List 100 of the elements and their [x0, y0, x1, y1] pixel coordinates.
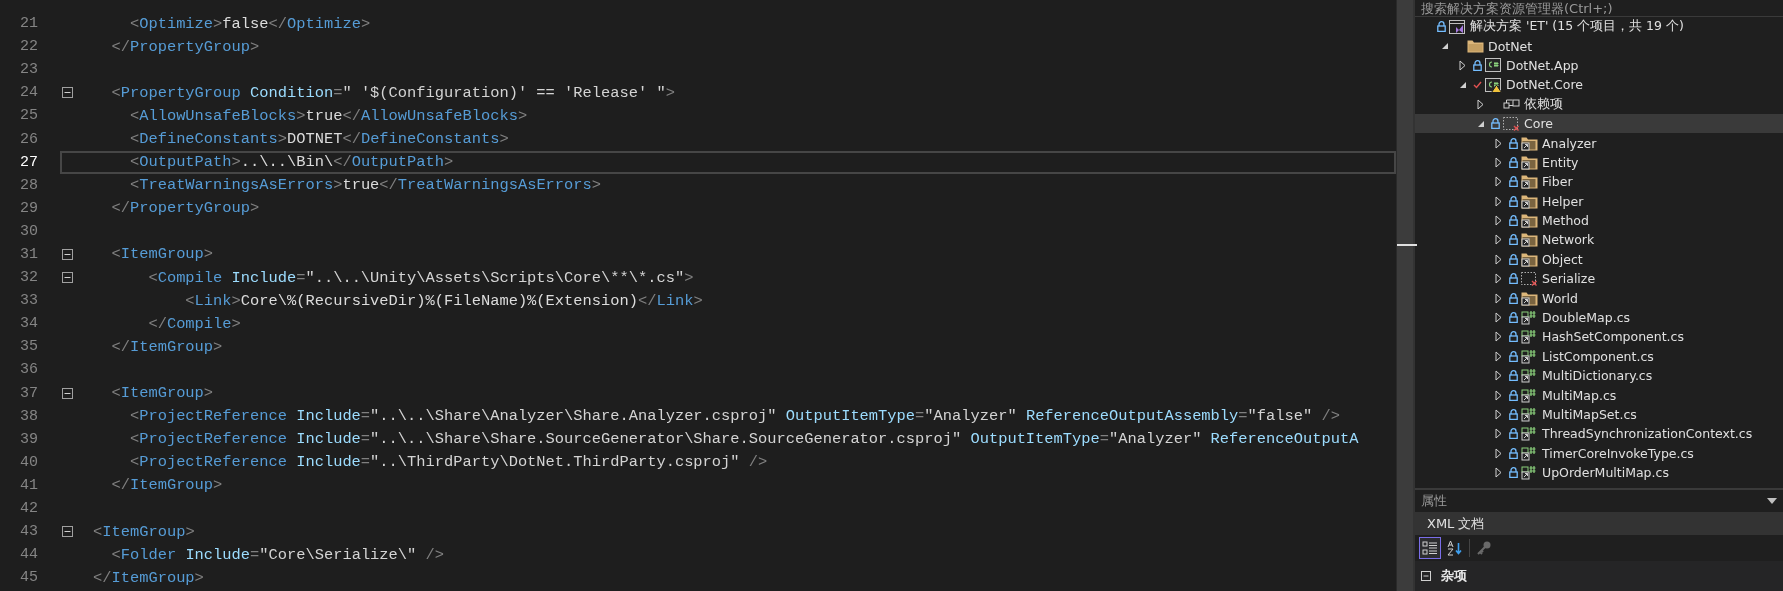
tree-item[interactable]: ListComponent.cs: [1415, 346, 1783, 367]
code-line: </ItemGroup>: [110, 476, 223, 495]
tree-item[interactable]: 依赖项: [1415, 94, 1783, 114]
line-number: 30: [19, 222, 38, 240]
panel-title: 属性: [1421, 492, 1447, 510]
project-icon: [1485, 57, 1502, 74]
tree-item[interactable]: World: [1415, 288, 1783, 308]
tree-item[interactable]: 解决方案 'ET' (15 个项目，共 19 个): [1415, 17, 1783, 37]
shortcut-folder-icon: [1521, 213, 1538, 229]
collapsed-arrow-icon[interactable]: [1459, 59, 1466, 71]
category-label: 杂项: [1441, 567, 1467, 585]
line-number: 36: [19, 361, 38, 379]
search-field[interactable]: 搜索解决方案资源管理器(Ctrl+;): [1415, 0, 1783, 17]
collapsed-arrow-icon[interactable]: [1495, 350, 1502, 362]
tree-item[interactable]: Helper: [1415, 191, 1783, 211]
collapsed-arrow-icon[interactable]: [1495, 292, 1502, 304]
collapse-icon[interactable]: [62, 272, 73, 284]
tree-item[interactable]: Serialize: [1415, 269, 1783, 289]
collapsed-arrow-icon[interactable]: [1495, 253, 1502, 265]
collapsed-arrow-icon[interactable]: [1477, 98, 1484, 110]
categorized-button[interactable]: [1419, 537, 1441, 559]
tree-item[interactable]: DoubleMap.cs: [1415, 307, 1783, 328]
code-line: <DefineConstants>DOTNET</DefineConstants>: [128, 130, 509, 148]
tree-item[interactable]: ThreadSynchronizationContext.cs: [1415, 424, 1783, 444]
collapsed-arrow-icon[interactable]: [1495, 273, 1502, 285]
line-number: 22: [19, 38, 38, 56]
object-selector[interactable]: XML 文档: [1415, 512, 1783, 535]
tree-item[interactable]: Fiber: [1415, 172, 1783, 192]
code-line: <TreatWarningsAsErrors>true</TreatWarningsAsErrors>: [128, 176, 602, 195]
code-line: <Folder Include="Core\Serialize\" />: [110, 545, 444, 564]
collapse-icon[interactable]: [1421, 571, 1431, 581]
code-line: </ItemGroup>: [93, 568, 204, 587]
tree-item[interactable]: Analyzer: [1415, 133, 1783, 153]
line-number: 24: [19, 84, 38, 102]
tree-item[interactable]: DotNet.Core: [1415, 75, 1783, 95]
tree-item[interactable]: Network: [1415, 230, 1783, 250]
collapsed-arrow-icon[interactable]: [1495, 312, 1502, 324]
line-number: 42: [19, 500, 38, 517]
line-number: 43: [19, 523, 38, 541]
dependencies-icon: [1503, 97, 1520, 112]
line-number: 44: [19, 546, 38, 564]
tree-item[interactable]: Entity: [1415, 152, 1783, 173]
line-number: 21: [19, 15, 38, 33]
tree-item[interactable]: UpOrderMultiMap.cs: [1415, 463, 1783, 483]
tree-item[interactable]: TimerCoreInvokeType.cs: [1415, 443, 1783, 463]
line-number: 26: [19, 130, 38, 148]
tree-item[interactable]: Method: [1415, 210, 1783, 231]
code-line: <OutputPath>..\..\Bin\</OutputPath>: [128, 153, 454, 172]
code-line: </Compile>: [147, 314, 241, 333]
collapse-icon[interactable]: [62, 87, 73, 99]
code-line: <Optimize>false</Optimize>: [128, 14, 371, 33]
shortcut-folder-icon: [1521, 154, 1538, 170]
expanded-arrow-icon[interactable]: [1441, 42, 1449, 51]
tree-item[interactable]: DotNet.App: [1415, 55, 1783, 76]
code-line: <ProjectReference Include="..\..\Share\Analyzer\Share.Analyzer.csproj" OutputItemType="Analyzer" ReferenceOutputAssembly="false" />: [128, 407, 1340, 426]
collapsed-arrow-icon[interactable]: [1495, 215, 1502, 227]
solution-icon: [1449, 18, 1466, 35]
tree-item[interactable]: Object: [1415, 249, 1783, 270]
collapsed-arrow-icon[interactable]: [1495, 370, 1502, 382]
collapsed-arrow-icon[interactable]: [1495, 234, 1502, 246]
code-line: <ProjectReference Include="..\ThirdParty\DotNet.ThirdParty.csproj" />: [128, 453, 768, 472]
folder-icon: [1467, 39, 1484, 54]
tree-item[interactable]: HashSetComponent.cs: [1415, 327, 1783, 347]
line-number: 34: [19, 315, 38, 333]
tree-item[interactable]: MultiDictionary.cs: [1415, 366, 1783, 386]
collapsed-arrow-icon[interactable]: [1495, 389, 1502, 401]
code-line: <ProjectReference Include="..\..\Share\Share.SourceGenerator\Share.SourceGenerator.csproj" OutputItemType="Analyzer" ReferenceOutputA: [128, 430, 1359, 449]
line-number: 27: [19, 153, 38, 171]
shortcut-code-file-icon: [1521, 465, 1538, 481]
collapse-icon[interactable]: [62, 387, 73, 399]
shortcut-folder-icon: [1521, 174, 1538, 190]
expanded-arrow-icon[interactable]: [1477, 119, 1485, 128]
line-number: 41: [19, 476, 38, 494]
collapsed-arrow-icon[interactable]: [1495, 428, 1502, 440]
collapsed-arrow-icon[interactable]: [1495, 176, 1502, 188]
collapsed-arrow-icon[interactable]: [1495, 467, 1502, 479]
tree-item[interactable]: Core: [1415, 113, 1783, 134]
tree-item[interactable]: DotNet: [1415, 36, 1783, 56]
line-number: 35: [19, 338, 38, 356]
dropdown-caret-icon[interactable]: [1767, 498, 1777, 504]
collapse-icon[interactable]: [62, 526, 73, 538]
code-line: <Link>Core\%(RecursiveDir)%(FileName)%(Extension)</Link>: [184, 291, 703, 310]
expanded-arrow-icon[interactable]: [1459, 80, 1467, 89]
line-number: 40: [19, 453, 38, 471]
code-line: </PropertyGroup>: [110, 37, 260, 56]
code-line: <ItemGroup>: [110, 245, 214, 264]
collapse-icon[interactable]: [62, 249, 73, 260]
collapsed-arrow-icon[interactable]: [1495, 195, 1502, 207]
project-warning-icon: [1485, 76, 1502, 93]
collapsed-arrow-icon[interactable]: [1495, 137, 1502, 149]
line-number: 23: [19, 61, 38, 79]
collapsed-arrow-icon[interactable]: [1495, 447, 1502, 459]
line-number: 37: [19, 384, 38, 402]
tree-item[interactable]: MultiMap.cs: [1415, 385, 1783, 405]
collapsed-arrow-icon[interactable]: [1495, 156, 1502, 168]
collapsed-arrow-icon[interactable]: [1495, 331, 1502, 343]
collapsed-arrow-icon[interactable]: [1495, 409, 1502, 420]
tree-item[interactable]: MultiMapSet.cs: [1415, 404, 1783, 425]
shortcut-code-file-icon: [1521, 329, 1538, 345]
shortcut-folder-icon: [1521, 135, 1538, 151]
